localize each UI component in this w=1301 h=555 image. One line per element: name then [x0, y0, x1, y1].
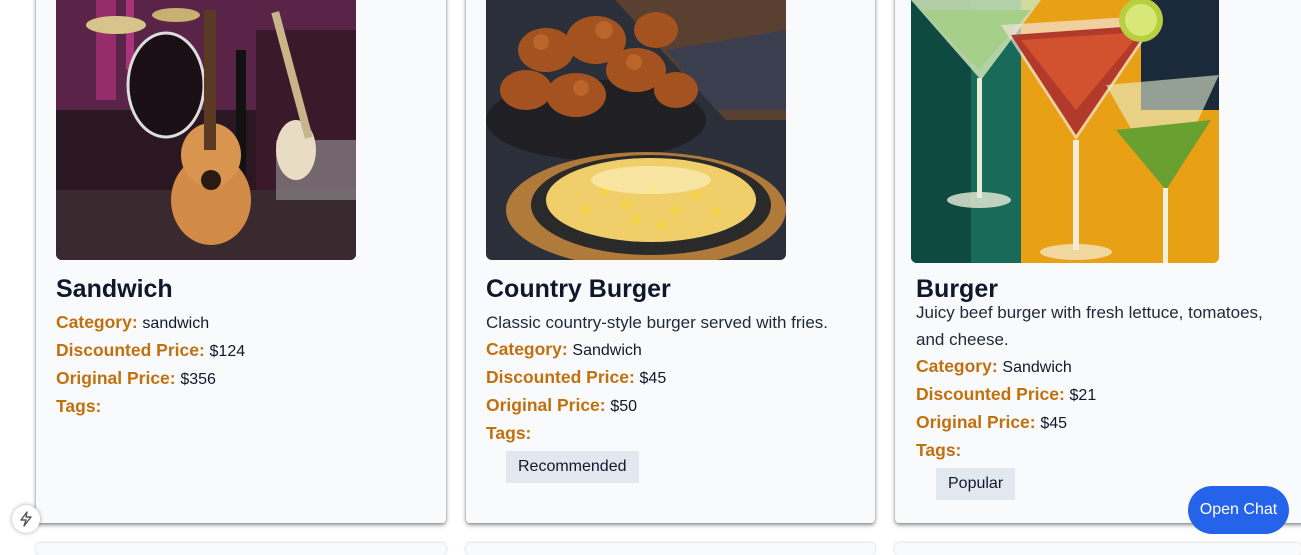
discounted-price-row: Discounted Price: $124: [56, 337, 436, 365]
category-label: Category:: [56, 312, 138, 332]
next-card-top: [36, 543, 446, 555]
tags-label: Tags:: [56, 396, 102, 416]
dev-tools-icon[interactable]: [12, 505, 40, 533]
tag-list: Recommended: [486, 447, 866, 483]
item-details: Juicy beef burger with fresh lettuce, to…: [916, 299, 1296, 500]
next-card-top: [466, 543, 875, 555]
original-price-row: Original Price: $50: [486, 392, 866, 420]
discounted-price-row: Discounted Price: $21: [916, 381, 1296, 409]
item-title: Country Burger: [486, 275, 671, 303]
discounted-price-label: Discounted Price:: [486, 367, 635, 387]
item-description: Classic country-style burger served with…: [486, 313, 829, 332]
original-price-label: Original Price:: [486, 395, 606, 415]
discounted-price-row: Discounted Price: $45: [486, 364, 866, 392]
category-value: Sandwich: [572, 342, 642, 359]
tags-row: Tags:: [916, 437, 1296, 464]
category-row: Category: Sandwich: [486, 336, 866, 364]
discounted-price-value: $124: [209, 343, 246, 360]
original-price-row: Original Price: $356: [56, 365, 436, 393]
original-price-label: Original Price:: [56, 368, 176, 388]
item-image: [486, 0, 786, 260]
tags-row: Tags:: [56, 393, 436, 420]
category-value: sandwich: [142, 315, 210, 332]
tag-chip: Recommended: [506, 451, 639, 483]
category-label: Category:: [486, 339, 568, 359]
original-price-value: $45: [1040, 415, 1068, 432]
menu-item-card: Burger Juicy beef burger with fresh lett…: [895, 0, 1301, 523]
original-price-value: $50: [610, 398, 638, 415]
category-row: Category: Sandwich: [916, 353, 1296, 381]
menu-item-card: Country Burger Classic country-style bur…: [466, 0, 875, 523]
tags-row: Tags:: [486, 420, 866, 447]
lightning-icon: [20, 511, 32, 527]
discounted-price-value: $21: [1069, 387, 1097, 404]
discounted-price-label: Discounted Price:: [56, 340, 205, 360]
tag-chip: Popular: [936, 468, 1016, 500]
discounted-price-value: $45: [639, 370, 667, 387]
item-image: [911, 0, 1219, 263]
item-description: Juicy beef burger with fresh lettuce, to…: [916, 303, 1263, 349]
discounted-price-label: Discounted Price:: [916, 384, 1065, 404]
original-price-value: $356: [180, 371, 216, 388]
item-title: Sandwich: [56, 275, 173, 303]
original-price-row: Original Price: $45: [916, 409, 1296, 437]
next-card-top: [895, 543, 1301, 555]
menu-item-card: Sandwich Category: sandwich Discounted P…: [36, 0, 446, 523]
original-price-label: Original Price:: [916, 412, 1036, 432]
category-label: Category:: [916, 356, 998, 376]
item-image: [56, 0, 356, 260]
category-value: Sandwich: [1002, 359, 1072, 376]
category-row: Category: sandwich: [56, 309, 436, 337]
item-details: Classic country-style burger served with…: [486, 309, 866, 483]
item-details: Category: sandwich Discounted Price: $12…: [56, 309, 436, 420]
tags-label: Tags:: [486, 423, 532, 443]
tags-label: Tags:: [916, 440, 962, 460]
open-chat-button[interactable]: Open Chat: [1188, 486, 1289, 534]
